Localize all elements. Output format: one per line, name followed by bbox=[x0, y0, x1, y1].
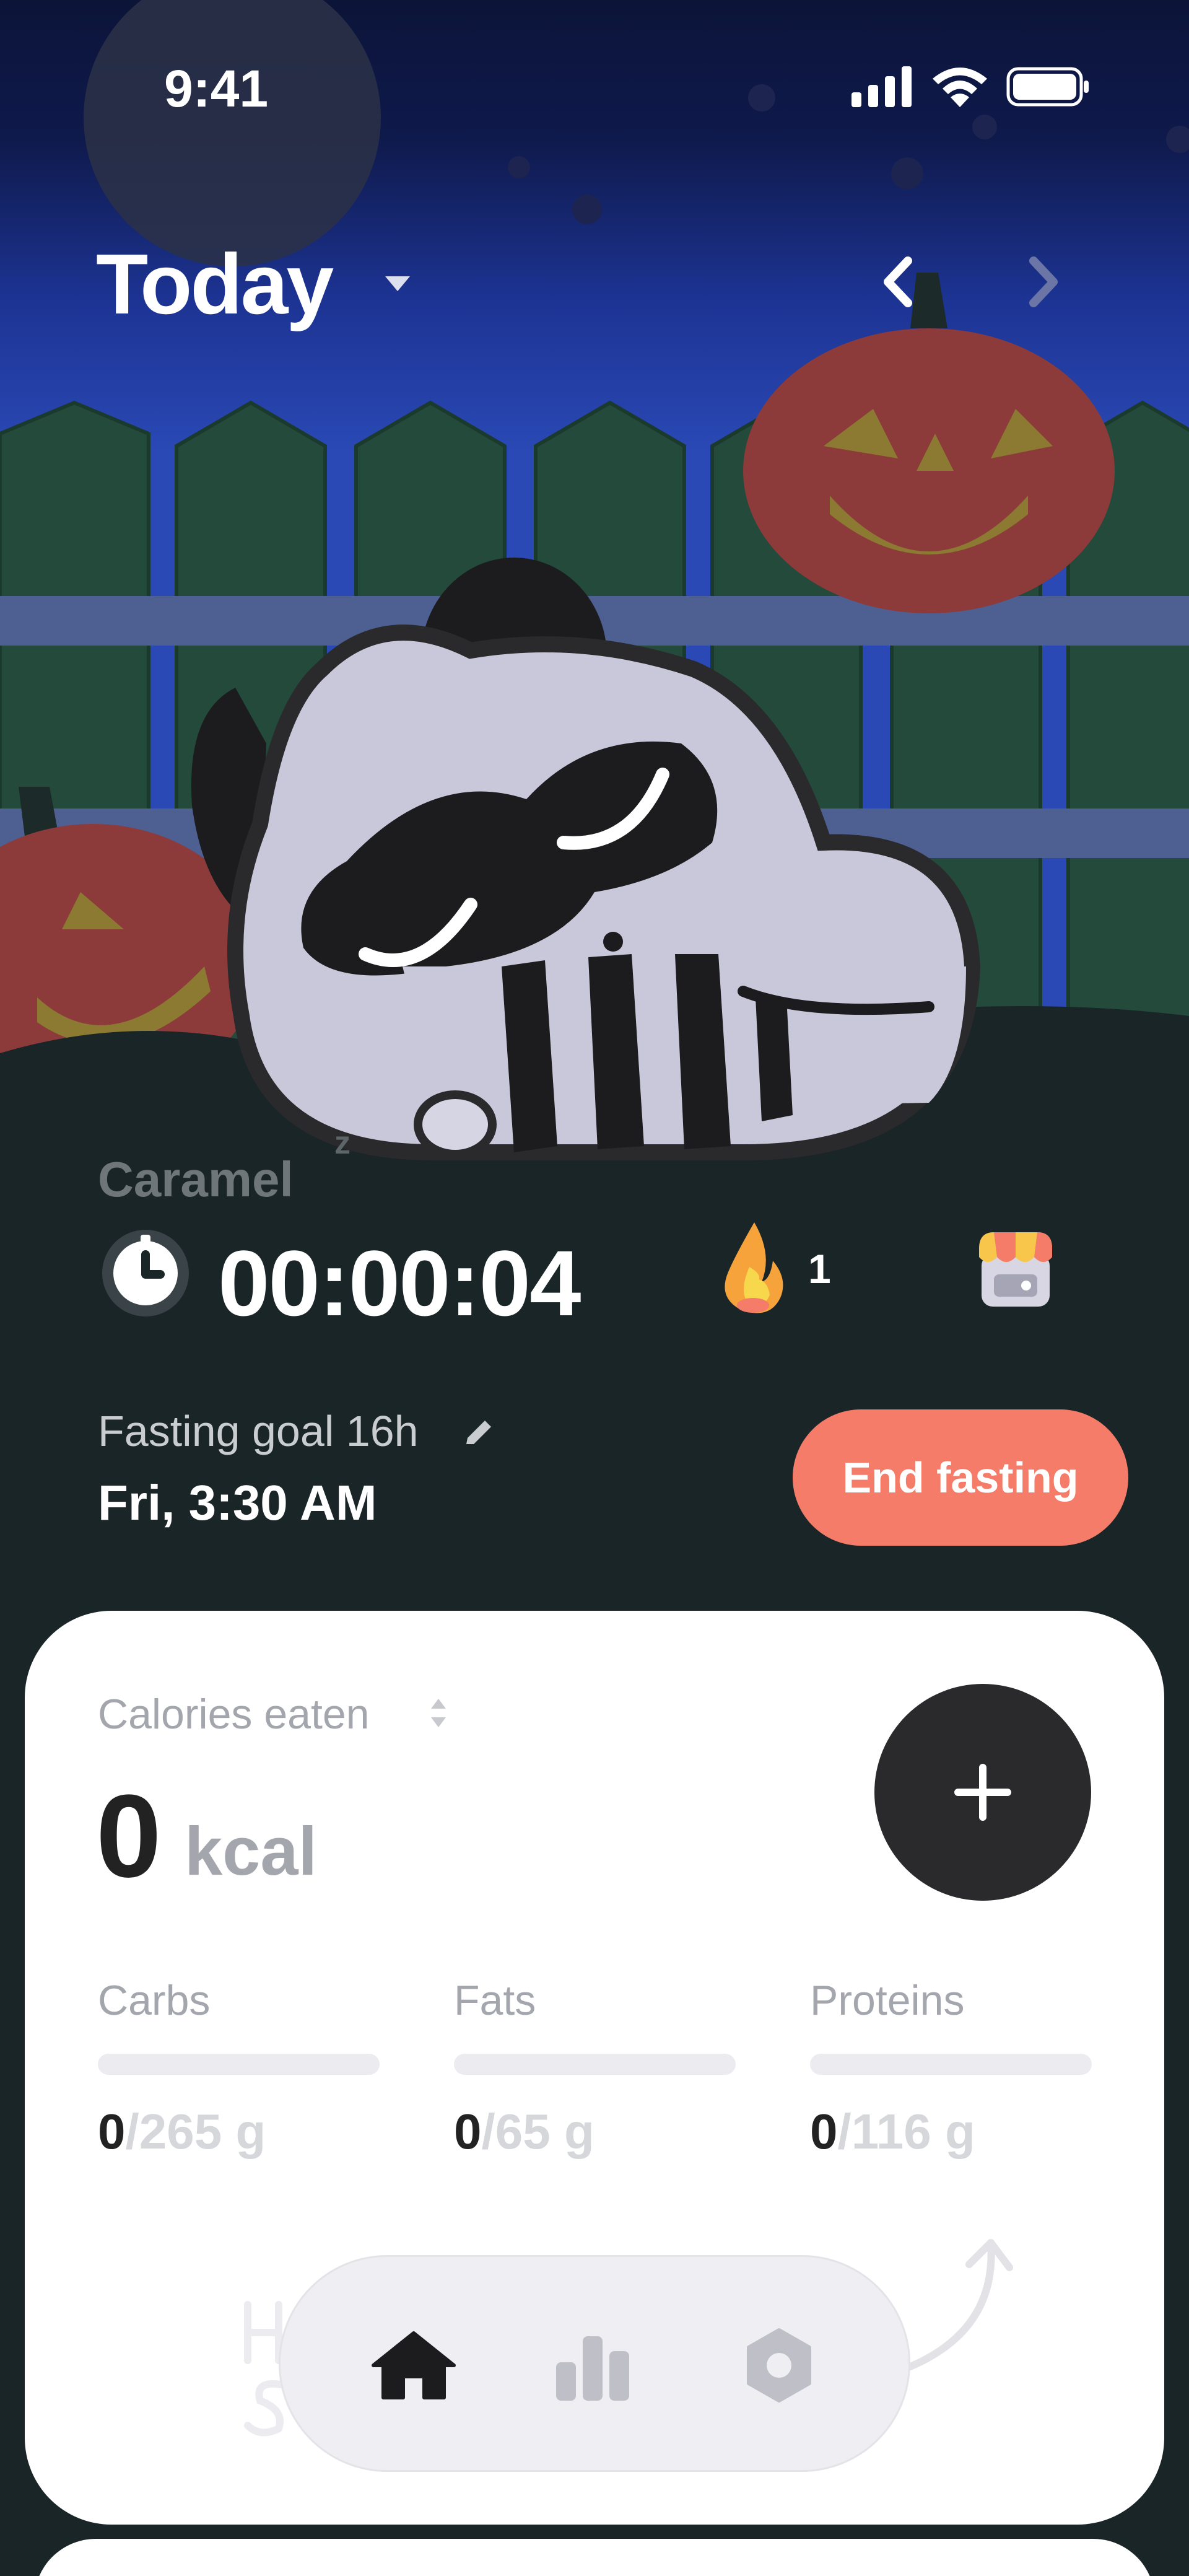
bar-chart-icon[interactable] bbox=[553, 2325, 634, 2406]
fats-value: 0 bbox=[454, 2104, 482, 2159]
flame-icon[interactable] bbox=[711, 1217, 791, 1316]
fasting-goal-label: Fasting goal 16h bbox=[98, 1407, 419, 1455]
calories-value: 0 bbox=[96, 1771, 162, 1902]
battery-icon bbox=[1006, 67, 1089, 107]
halloween-scene-illustration bbox=[0, 0, 1189, 1189]
next-card bbox=[34, 2539, 1155, 2576]
fasting-end-time: Fri, 3:30 AM bbox=[98, 1475, 377, 1530]
signal-icon bbox=[851, 66, 912, 107]
pet-name: Caramel bbox=[98, 1152, 294, 1207]
proteins-goal: /116 g bbox=[837, 2104, 975, 2159]
calories-eaten-label[interactable]: Calories eaten bbox=[98, 1690, 369, 1738]
macro-label-proteins: Proteins bbox=[810, 1977, 965, 2024]
end-fasting-button[interactable]: End fasting bbox=[793, 1409, 1128, 1546]
macro-label-carbs: Carbs bbox=[98, 1977, 211, 2024]
proteins-amount: 0/116 g bbox=[810, 2103, 975, 2160]
wifi-icon bbox=[933, 68, 987, 107]
calories-unit: kcal bbox=[185, 1813, 318, 1890]
streak-count: 1 bbox=[808, 1246, 831, 1292]
next-day-button[interactable] bbox=[1019, 251, 1068, 313]
fats-progress-bar bbox=[454, 2054, 736, 2075]
fasting-timer: 00:00:04 bbox=[218, 1231, 581, 1335]
add-food-button[interactable] bbox=[874, 1684, 1091, 1901]
chevron-down-icon[interactable] bbox=[383, 274, 412, 294]
carbs-amount: 0/265 g bbox=[98, 2103, 266, 2160]
shop-icon[interactable] bbox=[975, 1224, 1056, 1310]
fats-amount: 0/65 g bbox=[454, 2103, 594, 2160]
carbs-value: 0 bbox=[98, 2104, 126, 2159]
carbs-goal: /265 g bbox=[125, 2104, 266, 2159]
sort-toggle-icon[interactable] bbox=[426, 1693, 451, 1733]
sleep-mark: z bbox=[334, 1125, 351, 1161]
previous-day-button[interactable] bbox=[873, 251, 923, 313]
home-icon[interactable] bbox=[367, 2328, 460, 2403]
macro-label-fats: Fats bbox=[454, 1977, 536, 2024]
fats-goal: /65 g bbox=[481, 2104, 594, 2159]
carbs-progress-bar bbox=[98, 2054, 380, 2075]
settings-icon[interactable] bbox=[739, 2325, 819, 2406]
plus-icon bbox=[954, 1764, 1011, 1821]
tab-bar bbox=[279, 2255, 910, 2472]
today-screen: 9:41 Today z Caramel 00:00:04 1 Fasting … bbox=[0, 0, 1189, 2576]
pencil-icon[interactable] bbox=[461, 1416, 496, 1450]
page-title[interactable]: Today bbox=[96, 235, 334, 334]
status-time: 9:41 bbox=[164, 59, 269, 118]
proteins-progress-bar bbox=[810, 2054, 1092, 2075]
stopwatch-icon bbox=[102, 1230, 189, 1316]
hint-arrow bbox=[907, 2239, 1013, 2370]
proteins-value: 0 bbox=[810, 2104, 838, 2159]
